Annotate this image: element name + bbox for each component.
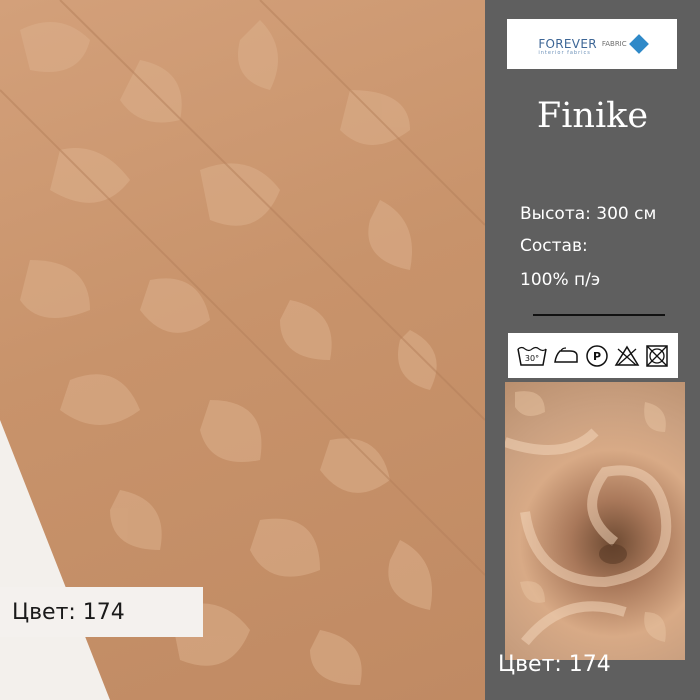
iron-icon bbox=[552, 346, 580, 366]
color-label-right: Цвет: 174 bbox=[498, 652, 611, 677]
brand-tagline: interior fabrics bbox=[538, 49, 591, 56]
brand-name: FOREVER bbox=[538, 36, 597, 51]
product-card: Цвет: 174 FOREVER interior fabrics FABRI… bbox=[0, 0, 700, 700]
product-name: Finike bbox=[536, 96, 649, 136]
no-bleach-icon bbox=[614, 345, 640, 367]
info-panel: FOREVER interior fabrics FABRIC Finike В… bbox=[485, 0, 700, 700]
no-tumble-dry-icon bbox=[645, 344, 669, 368]
wash-temp-text: 30° bbox=[525, 354, 539, 363]
swirl-pattern bbox=[505, 391, 672, 646]
spec-composition-label: Состав: bbox=[520, 236, 588, 256]
background-corner bbox=[0, 420, 110, 700]
fabric-photo-swirl bbox=[505, 382, 685, 660]
dry-clean-text: P bbox=[593, 350, 601, 363]
brand-mark: FABRIC bbox=[601, 40, 627, 48]
spec-height: Высота: 300 см bbox=[520, 204, 657, 224]
wash-30-icon: 30° bbox=[516, 345, 547, 367]
dry-clean-p-icon: P bbox=[585, 344, 609, 368]
spec-composition-value: 100% п/э bbox=[520, 270, 601, 290]
care-instructions: 30° P bbox=[508, 333, 678, 378]
color-label-left: Цвет: 174 bbox=[0, 587, 203, 637]
brand-logo: FOREVER interior fabrics FABRIC bbox=[507, 19, 677, 69]
divider bbox=[533, 314, 665, 316]
brand-diamond-icon bbox=[628, 34, 649, 54]
